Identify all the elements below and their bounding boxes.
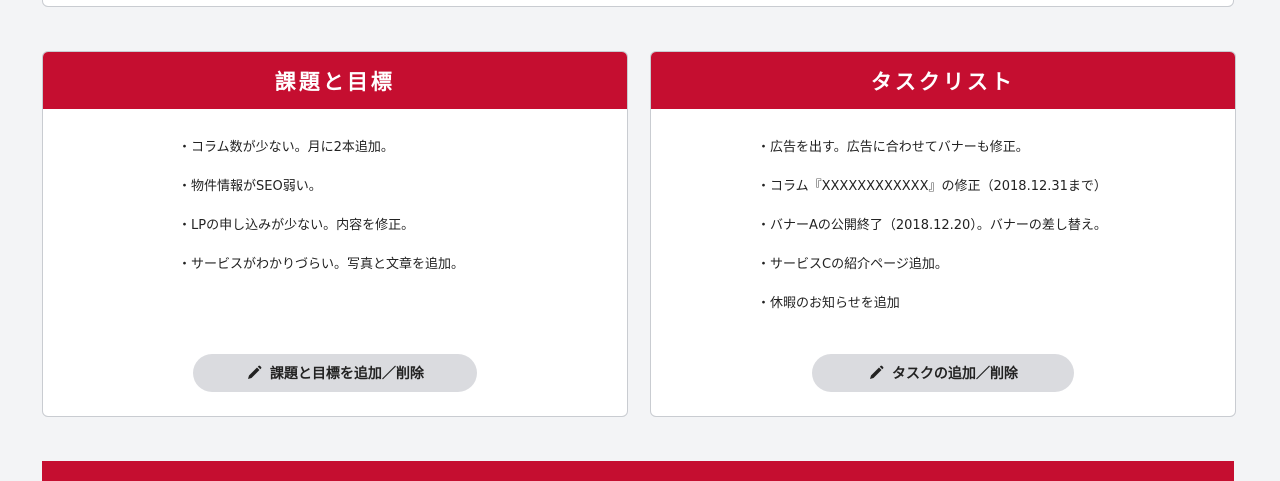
next-section-header bbox=[42, 461, 1234, 481]
list-item: ・コラム『XXXXXXXXXXXX』の修正（2018.12.31まで） bbox=[757, 179, 1107, 194]
task-list: ・広告を出す。広告に合わせてバナーも修正。 ・コラム『XXXXXXXXXXXX』… bbox=[757, 140, 1107, 335]
pencil-icon bbox=[248, 365, 262, 379]
issues-goals-card: 課題と目標 ・コラム数が少ない。月に2本追加。 ・物件情報がSEO弱い。 ・LP… bbox=[42, 51, 628, 417]
task-list-card: タスクリスト ・広告を出す。広告に合わせてバナーも修正。 ・コラム『XXXXXX… bbox=[650, 51, 1236, 417]
list-item: ・コラム数が少ない。月に2本追加。 bbox=[178, 140, 394, 155]
edit-issues-goals-label: 課題と目標を追加／削除 bbox=[270, 366, 424, 382]
top-panel bbox=[42, 0, 1234, 7]
list-item: ・サービスCの紹介ページ追加。 bbox=[757, 257, 948, 272]
issues-goals-header: 課題と目標 bbox=[43, 52, 627, 109]
edit-issues-goals-button[interactable]: 課題と目標を追加／削除 bbox=[193, 354, 477, 392]
task-list-header: タスクリスト bbox=[651, 52, 1235, 109]
task-list-title: タスクリスト bbox=[871, 69, 1015, 94]
edit-tasks-label: タスクの追加／削除 bbox=[892, 366, 1018, 382]
edit-tasks-button[interactable]: タスクの追加／削除 bbox=[812, 354, 1074, 392]
list-item: ・物件情報がSEO弱い。 bbox=[178, 179, 322, 194]
list-item: ・広告を出す。広告に合わせてバナーも修正。 bbox=[757, 140, 1029, 155]
list-item: ・バナーAの公開終了（2018.12.20）。バナーの差し替え。 bbox=[757, 218, 1107, 233]
issues-goals-list: ・コラム数が少ない。月に2本追加。 ・物件情報がSEO弱い。 ・LPの申し込みが… bbox=[178, 140, 464, 296]
list-item: ・休暇のお知らせを追加 bbox=[757, 296, 900, 311]
list-item: ・サービスがわかりづらい。写真と文章を追加。 bbox=[178, 257, 465, 272]
issues-goals-title: 課題と目標 bbox=[275, 69, 395, 94]
pencil-icon bbox=[870, 365, 884, 379]
list-item: ・LPの申し込みが少ない。内容を修正。 bbox=[178, 218, 415, 233]
